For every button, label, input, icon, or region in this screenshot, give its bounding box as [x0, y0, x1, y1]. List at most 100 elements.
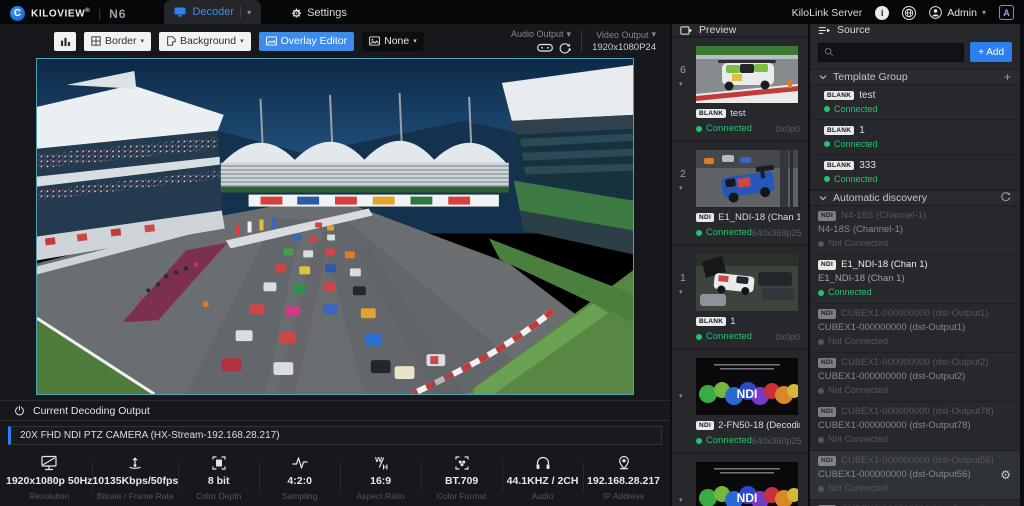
status-dot: [818, 486, 824, 492]
stream-stats: 1920x1080p 50HzResolution 10135Kbps/50fp…: [0, 449, 670, 501]
add-source-button[interactable]: + Add: [970, 42, 1012, 62]
chevron-down-icon[interactable]: ▾: [679, 80, 683, 88]
tab-settings[interactable]: Settings: [291, 7, 347, 24]
chevron-down-icon[interactable]: ▾: [679, 288, 683, 296]
preview-thumbnail[interactable]: [696, 46, 798, 103]
admin-menu[interactable]: Admin ▾: [929, 6, 986, 19]
none-dropdown[interactable]: None ▾: [362, 32, 424, 51]
source-item[interactable]: NDICUBEX1-000000000 (dst-Output3) CUBEX1…: [810, 500, 1020, 506]
user-icon: [929, 6, 942, 19]
language-icon[interactable]: A: [999, 5, 1014, 20]
chevron-down-icon: ▾: [141, 37, 145, 45]
preview-name: 2-FN50-18 (Decoding C...: [718, 420, 800, 431]
svg-text:NDI: NDI: [737, 387, 758, 401]
source-item[interactable]: NDIN4-18S (Channel-1) N4-18S (Channel-1)…: [810, 206, 1020, 255]
source-item[interactable]: NDICUBEX1-000000000 (dst-Output2) CUBEX1…: [810, 353, 1020, 402]
source-item[interactable]: NDICUBEX1-000000000 (dst-Output1) CUBEX1…: [810, 304, 1020, 353]
divider: |: [98, 8, 101, 20]
svg-text:H: H: [382, 463, 387, 472]
preview-thumbnail[interactable]: NDI: [696, 462, 798, 506]
chevron-down-icon: ▾: [982, 8, 986, 17]
section-title: Current Decoding Output: [33, 405, 150, 417]
chevron-down-icon[interactable]: ▾: [679, 184, 683, 192]
preview-item[interactable]: 2 ▾ NDIE1_NDI-18 (Chan 1) Connected640x3…: [672, 142, 808, 244]
globe-icon[interactable]: [902, 6, 916, 20]
tab-decoder[interactable]: Decoder ▾: [164, 0, 261, 24]
source-item-subtitle: CUBEX1-000000000 (dst-Output78): [818, 420, 1012, 432]
chevron-down-icon[interactable]: ▾: [679, 496, 683, 504]
preview-thumbnail[interactable]: [696, 254, 798, 311]
status-label: Not Connected: [828, 238, 888, 249]
stat-sampling: 4:2:0Sampling: [259, 452, 340, 501]
decoding-source-bar[interactable]: 20X FHD NDI PTZ CAMERA (HX-Stream-192.16…: [8, 426, 662, 445]
ndi-badge: NDI: [818, 211, 836, 221]
source-item-title: CUBEX1-000000000 (dst-Output78): [841, 406, 994, 418]
window-number: 1: [680, 272, 686, 284]
status-dot: [818, 290, 824, 296]
video-output-group[interactable]: Video Output▾ 1920x1080P24: [592, 29, 656, 53]
info-icon[interactable]: i: [875, 6, 889, 20]
group-header-discovery[interactable]: Automatic discovery: [810, 190, 1020, 206]
source-item-hovered[interactable]: NDICUBEX1-000000000 (dst-Output56) CUBEX…: [810, 451, 1020, 500]
chevron-down-icon[interactable]: ▾: [679, 392, 683, 400]
blank-badge: BLANK: [696, 317, 726, 327]
preview-item[interactable]: 1 ▾ BLANK1 Connected0x0p0: [672, 246, 808, 348]
preview-name: 1: [730, 316, 735, 327]
source-item-title: CUBEX1-000000000 (dst-Output1): [841, 308, 988, 320]
border-grid-icon: [91, 36, 101, 46]
preview-item[interactable]: 6 ▾ BLANKtest Connected0x0p0: [672, 38, 808, 140]
window-number: 2: [680, 168, 686, 180]
chevron-down-icon: [819, 195, 827, 201]
status-dot: [818, 388, 824, 394]
image-icon: [369, 36, 380, 46]
status-label: Connected: [706, 435, 752, 446]
source-item-subtitle: CUBEX1-000000000 (dst-Output2): [818, 371, 1012, 383]
add-template-icon[interactable]: +: [1004, 70, 1011, 84]
source-item[interactable]: NDICUBEX1-000000000 (dst-Output78) CUBEX…: [810, 402, 1020, 451]
brand-logo: C KILOVIEW® | N6: [0, 6, 126, 24]
kilolink-server-link[interactable]: KiloLink Server: [792, 7, 863, 19]
overlay-editor-button[interactable]: Overlay Editor: [259, 32, 355, 51]
blank-badge: BLANK: [824, 91, 854, 101]
background-dropdown[interactable]: Background ▾: [159, 32, 251, 51]
group-title: Automatic discovery: [833, 192, 927, 204]
refresh-icon[interactable]: [1000, 191, 1011, 205]
preview-item[interactable]: ▾ NDI NDI2-FN50-18 (Decoding C... Connec…: [672, 350, 808, 452]
ndi-badge: NDI: [818, 260, 836, 270]
preview-icon: [680, 25, 693, 36]
source-item-selected[interactable]: NDIE1_NDI-18 (Chan 1) E1_NDI-18 (Chan 1)…: [810, 255, 1020, 304]
preview-name: E1_NDI-18 (Chan 1): [718, 212, 800, 223]
template-item[interactable]: BLANK333 Connected: [810, 155, 1020, 190]
preview-panel-header: Preview: [672, 24, 808, 36]
search-input[interactable]: [818, 43, 964, 62]
layout-grid-button[interactable]: [54, 32, 76, 51]
status-label: Not Connected: [828, 483, 888, 494]
preview-item[interactable]: ▾ NDI: [672, 454, 808, 506]
bitrate-icon: [125, 454, 145, 472]
search-icon: [824, 47, 834, 57]
template-item[interactable]: BLANK1 Connected: [810, 120, 1020, 155]
video-preview[interactable]: [36, 58, 634, 395]
gear-icon: [291, 8, 302, 19]
audio-output-group[interactable]: Audio Output▾: [511, 29, 571, 54]
top-bar: C KILOVIEW® | N6 Decoder ▾ Settings Kilo…: [0, 0, 1024, 24]
template-item[interactable]: BLANKtest Connected: [810, 85, 1020, 120]
audio-output-label: Audio Output: [511, 29, 564, 39]
status-label: Connected: [828, 287, 872, 298]
status-label: Not Connected: [828, 434, 888, 445]
decoder-workspace: Border ▾ Background ▾ Overlay Editor Non…: [0, 24, 672, 506]
ndi-badge: NDI: [818, 456, 836, 466]
status-dot: [696, 438, 702, 444]
hdmi-port-icon: [537, 43, 553, 53]
preview-thumbnail[interactable]: [696, 150, 798, 207]
gear-icon[interactable]: ⚙: [1000, 468, 1011, 482]
chevron-down-icon[interactable]: ▾: [247, 8, 251, 17]
stat-aspect-ratio: WH 16:9Aspect Ratio: [340, 452, 421, 501]
status-label: Connected: [834, 139, 878, 149]
border-dropdown[interactable]: Border ▾: [84, 32, 151, 51]
decoder-icon: [174, 7, 186, 17]
ndi-badge: NDI: [818, 358, 836, 368]
preview-thumbnail[interactable]: NDI: [696, 358, 798, 415]
tab-decoder-label: Decoder: [192, 6, 234, 18]
group-header-template[interactable]: Template Group +: [810, 69, 1020, 85]
